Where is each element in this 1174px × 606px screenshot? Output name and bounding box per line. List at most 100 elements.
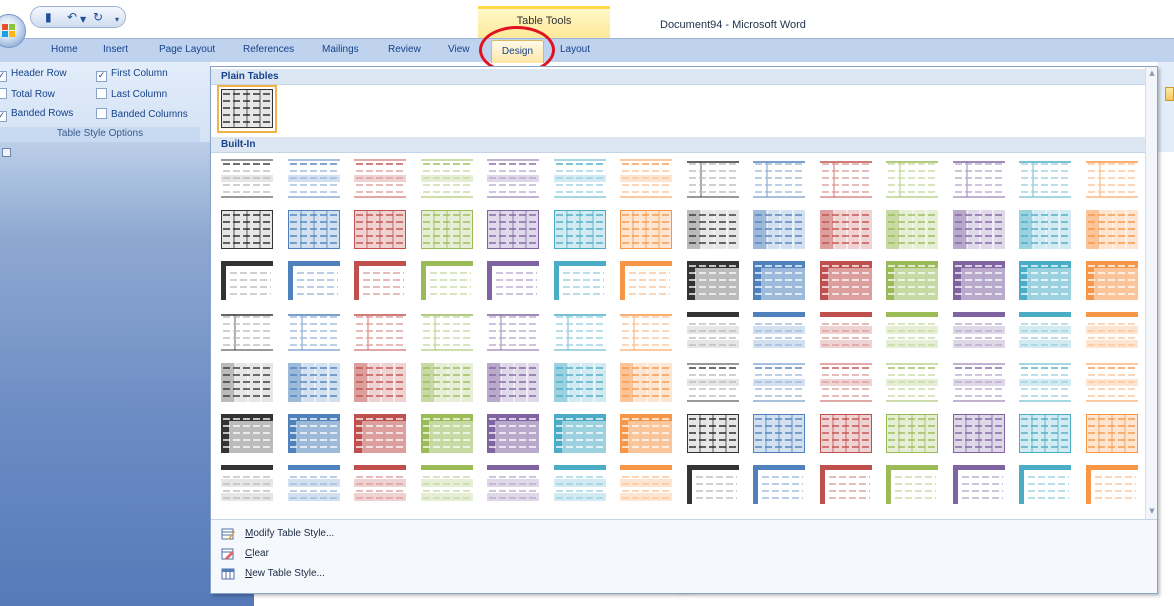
table-style-thumbnail[interactable]	[886, 363, 938, 403]
table-style-thumbnail[interactable]	[819, 312, 872, 352]
table-style-thumbnail[interactable]	[354, 465, 406, 505]
table-style-thumbnail[interactable]	[686, 210, 739, 250]
table-style-thumbnail[interactable]	[819, 210, 872, 250]
table-style-thumbnail[interactable]	[1085, 363, 1138, 403]
table-style-thumbnail[interactable]	[487, 210, 539, 250]
table-style-thumbnail[interactable]	[620, 261, 672, 301]
table-style-thumbnail[interactable]	[686, 261, 739, 301]
table-style-thumbnail[interactable]	[217, 85, 277, 133]
table-style-thumbnail[interactable]	[952, 414, 1005, 454]
undo-dropdown-icon[interactable]: ▼	[80, 13, 86, 27]
scroll-up-icon[interactable]: ▲	[1147, 69, 1157, 79]
gallery-scrollbar[interactable]: ▲ ▼	[1145, 67, 1157, 519]
table-style-thumbnail[interactable]	[620, 363, 672, 403]
table-style-thumbnail[interactable]	[553, 465, 606, 505]
table-style-thumbnail[interactable]	[553, 363, 606, 403]
tab-view[interactable]: View	[448, 44, 470, 55]
tab-design[interactable]: Design	[491, 40, 544, 63]
table-style-thumbnail[interactable]	[287, 261, 340, 301]
table-style-thumbnail[interactable]	[1085, 465, 1138, 505]
table-style-thumbnail[interactable]	[553, 414, 606, 454]
table-style-thumbnail[interactable]	[354, 414, 406, 454]
table-style-thumbnail[interactable]	[1085, 312, 1138, 352]
modify-table-style-menu-item[interactable]: Modify Table Style...	[221, 526, 471, 546]
table-style-thumbnail[interactable]	[221, 465, 273, 505]
table-style-thumbnail[interactable]	[686, 312, 739, 352]
table-style-thumbnail[interactable]	[553, 261, 606, 301]
table-style-thumbnail[interactable]	[686, 363, 739, 403]
table-style-thumbnail[interactable]	[420, 414, 473, 454]
table-style-thumbnail[interactable]	[1019, 414, 1071, 454]
table-style-thumbnail[interactable]	[1085, 210, 1138, 250]
table-style-thumbnail[interactable]	[620, 414, 672, 454]
table-style-thumbnail[interactable]	[1019, 159, 1071, 199]
table-style-thumbnail[interactable]	[620, 312, 672, 352]
table-style-thumbnail[interactable]	[952, 465, 1005, 505]
table-style-thumbnail[interactable]	[221, 210, 273, 250]
table-style-thumbnail[interactable]	[753, 261, 805, 301]
table-style-thumbnail[interactable]	[354, 159, 406, 199]
table-style-thumbnail[interactable]	[487, 312, 539, 352]
table-style-thumbnail[interactable]	[221, 414, 273, 454]
header-row-checkbox[interactable]: ✓ Header Row	[0, 68, 67, 82]
table-style-thumbnail[interactable]	[420, 210, 473, 250]
table-style-thumbnail[interactable]	[1019, 465, 1071, 505]
table-style-thumbnail[interactable]	[420, 465, 473, 505]
table-style-thumbnail[interactable]	[886, 414, 938, 454]
table-style-thumbnail[interactable]	[354, 210, 406, 250]
redo-icon[interactable]: ↻	[93, 10, 103, 24]
table-style-thumbnail[interactable]	[487, 261, 539, 301]
table-style-thumbnail[interactable]	[487, 465, 539, 505]
shading-button[interactable]	[1165, 87, 1174, 101]
tab-insert[interactable]: Insert	[103, 44, 128, 55]
table-style-thumbnail[interactable]	[1085, 261, 1138, 301]
table-style-thumbnail[interactable]	[287, 465, 340, 505]
save-icon[interactable]: ▮	[45, 10, 52, 24]
table-style-thumbnail[interactable]	[1085, 414, 1138, 454]
table-style-thumbnail[interactable]	[420, 261, 473, 301]
table-style-thumbnail[interactable]	[420, 363, 473, 403]
table-style-thumbnail[interactable]	[1019, 210, 1071, 250]
last-column-checkbox[interactable]: Last Column	[96, 88, 167, 100]
table-style-thumbnail[interactable]	[1085, 159, 1138, 199]
table-style-thumbnail[interactable]	[1019, 363, 1071, 403]
table-style-thumbnail[interactable]	[221, 159, 273, 199]
table-style-thumbnail[interactable]	[553, 210, 606, 250]
table-style-thumbnail[interactable]	[420, 312, 473, 352]
table-style-thumbnail[interactable]	[487, 414, 539, 454]
table-style-thumbnail[interactable]	[819, 261, 872, 301]
table-style-thumbnail[interactable]	[287, 312, 340, 352]
table-style-thumbnail[interactable]	[221, 312, 273, 352]
tab-home[interactable]: Home	[51, 44, 78, 55]
table-style-thumbnail[interactable]	[620, 159, 672, 199]
total-row-checkbox[interactable]: Total Row	[0, 88, 55, 100]
table-style-thumbnail[interactable]	[1019, 312, 1071, 352]
table-style-thumbnail[interactable]	[753, 210, 805, 250]
first-column-checkbox[interactable]: ✓ First Column	[96, 68, 168, 82]
table-style-thumbnail[interactable]	[952, 159, 1005, 199]
banded-rows-checkbox[interactable]: ✓ Banded Rows	[0, 108, 73, 122]
table-style-thumbnail[interactable]	[886, 465, 938, 505]
resize-grip-icon[interactable]: .....	[677, 588, 693, 597]
table-style-thumbnail[interactable]	[420, 159, 473, 199]
table-style-thumbnail[interactable]	[553, 312, 606, 352]
table-style-thumbnail[interactable]	[753, 159, 805, 199]
table-style-thumbnail[interactable]	[553, 159, 606, 199]
table-style-thumbnail[interactable]	[221, 363, 273, 403]
scroll-down-icon[interactable]: ▼	[1147, 507, 1157, 517]
table-style-thumbnail[interactable]	[753, 414, 805, 454]
table-style-thumbnail[interactable]	[886, 261, 938, 301]
table-style-thumbnail[interactable]	[686, 159, 739, 199]
table-style-thumbnail[interactable]	[287, 414, 340, 454]
table-style-thumbnail[interactable]	[287, 363, 340, 403]
table-style-thumbnail[interactable]	[952, 261, 1005, 301]
table-style-thumbnail[interactable]	[819, 465, 872, 505]
undo-icon[interactable]: ↶	[67, 10, 77, 24]
table-style-thumbnail[interactable]	[819, 363, 872, 403]
table-style-thumbnail[interactable]	[886, 159, 938, 199]
table-style-thumbnail[interactable]	[819, 414, 872, 454]
table-style-thumbnail[interactable]	[354, 261, 406, 301]
tab-mailings[interactable]: Mailings	[322, 44, 359, 55]
table-style-thumbnail[interactable]	[886, 210, 938, 250]
table-style-thumbnail[interactable]	[487, 363, 539, 403]
